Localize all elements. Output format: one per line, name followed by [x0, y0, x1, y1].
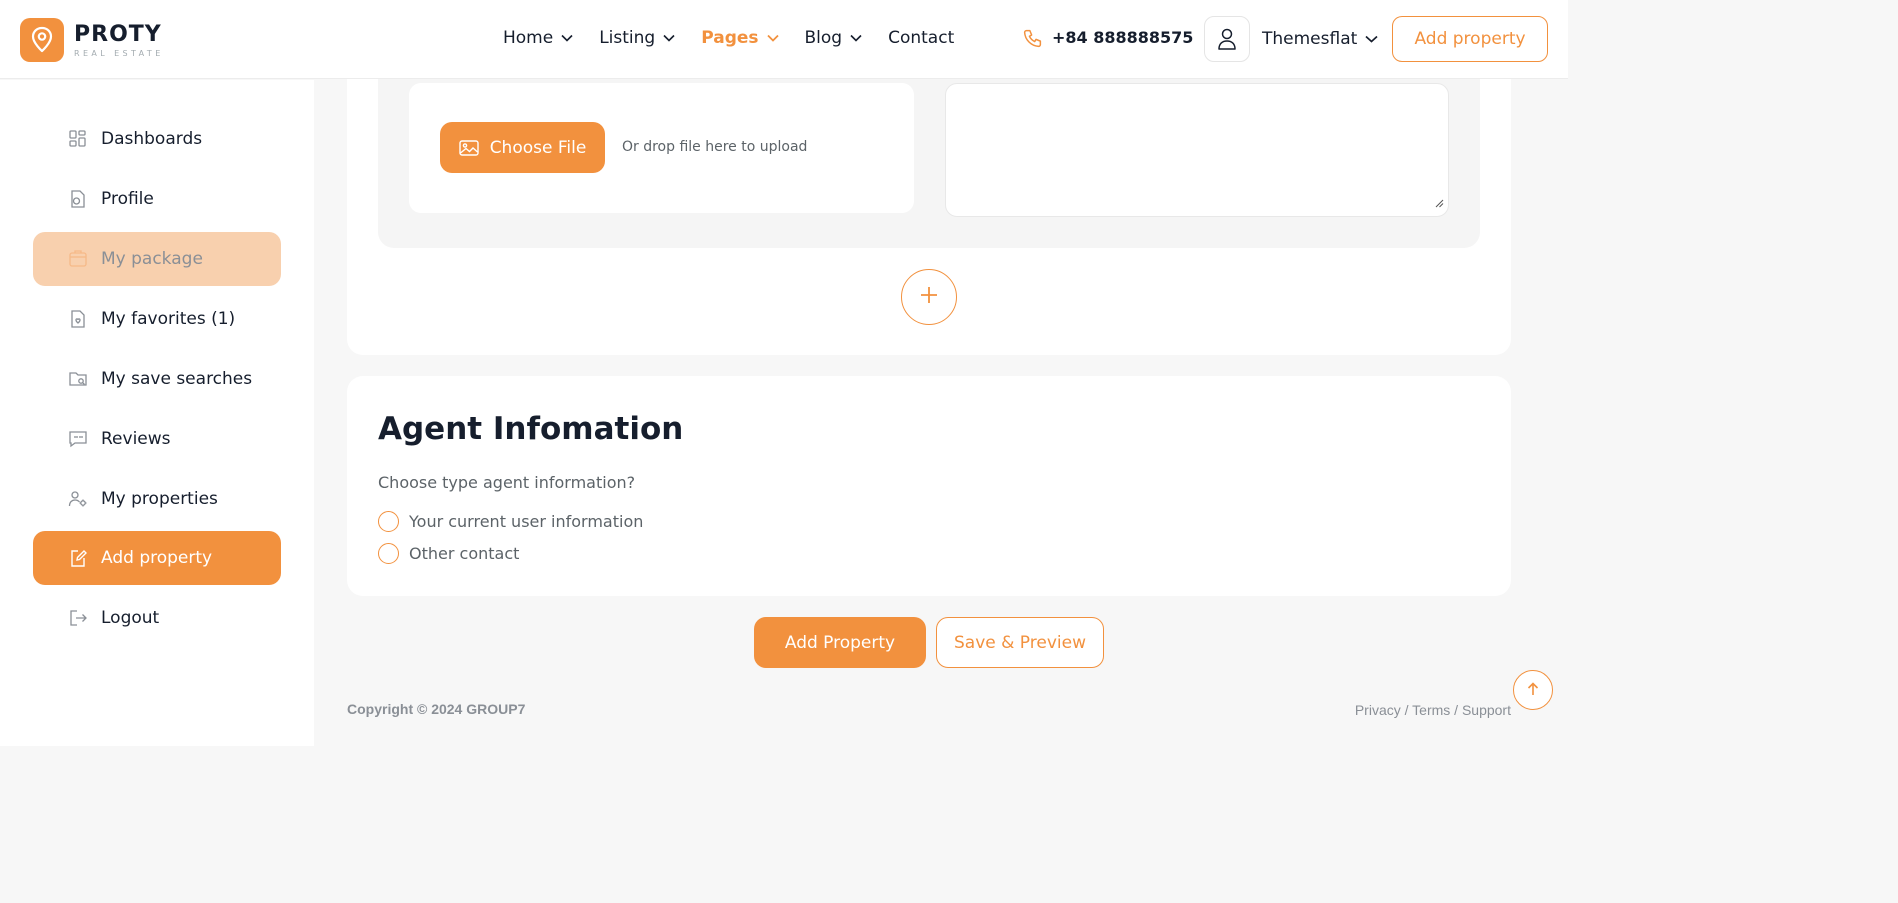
sidebar-item-add-property[interactable]: Add property — [33, 531, 281, 585]
radio-current-user[interactable]: Your current user information — [378, 511, 643, 532]
drop-hint: Or drop file here to upload — [622, 139, 808, 155]
choose-file-label: Choose File — [489, 137, 587, 158]
sidebar-item-label: My properties — [101, 489, 218, 509]
add-property-button[interactable]: Add Property — [754, 617, 926, 668]
footer-link-terms[interactable]: Terms — [1412, 702, 1450, 718]
radio-other-contact[interactable]: Other contact — [378, 543, 519, 564]
sidebar-item-label: Profile — [101, 189, 154, 209]
add-property-icon — [68, 548, 88, 568]
nav-contact-label: Contact — [888, 28, 955, 48]
footer-links: Privacy / Terms / Support — [1355, 702, 1511, 718]
nav-contact[interactable]: Contact — [888, 26, 954, 50]
radio-button[interactable] — [378, 543, 399, 564]
nav-pages-label: Pages — [701, 28, 759, 48]
favorites-icon — [68, 309, 88, 329]
radio-button[interactable] — [378, 511, 399, 532]
logo[interactable]: PROTY REAL ESTATE — [20, 18, 164, 62]
dashboard-icon — [68, 129, 88, 149]
nav-home-label: Home — [503, 28, 554, 48]
chevron-down-icon — [766, 34, 779, 42]
radio-label: Your current user information — [409, 512, 644, 531]
nav-listing[interactable]: Listing — [599, 26, 675, 50]
brand-name: PROTY — [74, 21, 162, 47]
chevron-down-icon — [561, 34, 573, 42]
sidebar-item-my-package[interactable]: My package — [33, 232, 281, 286]
saved-search-icon — [68, 369, 88, 389]
main-nav: Home Listing Pages Blog Contact — [503, 26, 980, 50]
nav-blog-label: Blog — [804, 28, 843, 48]
sidebar-item-my-favorites[interactable]: My favorites (1) — [33, 292, 281, 346]
footer-link-support[interactable]: Support — [1462, 702, 1511, 718]
chevron-down-icon — [663, 34, 675, 42]
add-more-button[interactable] — [901, 269, 957, 325]
image-icon — [458, 139, 479, 156]
nav-pages[interactable]: Pages — [701, 26, 779, 50]
sidebar-item-label: Logout — [101, 608, 160, 628]
radio-label: Other contact — [409, 544, 520, 563]
user-icon — [1204, 16, 1250, 62]
sidebar-item-profile[interactable]: Profile — [33, 172, 281, 226]
sidebar-item-label: Dashboards — [101, 129, 203, 149]
brand-tagline: REAL ESTATE — [74, 48, 164, 58]
nav-home[interactable]: Home — [503, 26, 573, 50]
sidebar-item-label: My package — [101, 249, 203, 269]
nav-listing-label: Listing — [599, 28, 656, 48]
footer-separator: / — [1450, 702, 1462, 718]
header: PROTY REAL ESTATE Home Listing Pages Blo… — [0, 0, 1568, 79]
reviews-icon — [68, 429, 88, 449]
plus-icon — [920, 286, 938, 308]
sidebar-item-reviews[interactable]: Reviews — [33, 412, 281, 466]
sidebar-item-label: My save searches — [101, 369, 253, 389]
nav-blog[interactable]: Blog — [805, 26, 863, 50]
agent-info-title: Agent Infomation — [378, 411, 684, 447]
description-textarea[interactable] — [945, 83, 1449, 217]
user-name: Themesflat — [1262, 29, 1358, 49]
sidebar-item-label: Reviews — [101, 429, 171, 449]
chevron-down-icon — [1365, 35, 1378, 43]
header-add-property-button[interactable]: Add property — [1392, 16, 1548, 62]
footer-separator: / — [1400, 702, 1413, 718]
phone-link[interactable]: +84 888888575 — [1022, 26, 1193, 50]
profile-icon — [68, 189, 88, 209]
save-preview-button[interactable]: Save & Preview — [936, 617, 1104, 668]
copyright: Copyright © 2024 GROUP7 — [347, 701, 526, 717]
scroll-to-top-button[interactable] — [1513, 670, 1553, 710]
sidebar-item-dashboards[interactable]: Dashboards — [33, 112, 281, 166]
user-menu[interactable]: Themesflat — [1204, 16, 1378, 62]
choose-file-button[interactable]: Choose File — [440, 122, 605, 173]
sidebar-item-my-properties[interactable]: My properties — [33, 472, 281, 526]
footer-link-privacy[interactable]: Privacy — [1355, 702, 1401, 718]
sidebar-item-label: My favorites (1) — [101, 309, 236, 329]
properties-icon — [68, 489, 88, 509]
sidebar: Dashboards Profile My package My favorit… — [0, 80, 314, 746]
package-icon — [68, 249, 88, 269]
resize-grip-icon[interactable] — [1435, 193, 1444, 212]
arrow-up-icon — [1527, 681, 1539, 700]
sidebar-item-my-save-searches[interactable]: My save searches — [33, 352, 281, 406]
sidebar-item-logout[interactable]: Logout — [33, 591, 281, 645]
sidebar-item-label: Add property — [101, 548, 213, 568]
phone-number: +84 888888575 — [1052, 28, 1194, 47]
logout-icon — [68, 608, 88, 628]
agent-info-question: Choose type agent information? — [378, 473, 636, 492]
chevron-down-icon — [850, 34, 862, 42]
location-pin-icon — [20, 18, 64, 62]
phone-icon — [1022, 28, 1043, 49]
